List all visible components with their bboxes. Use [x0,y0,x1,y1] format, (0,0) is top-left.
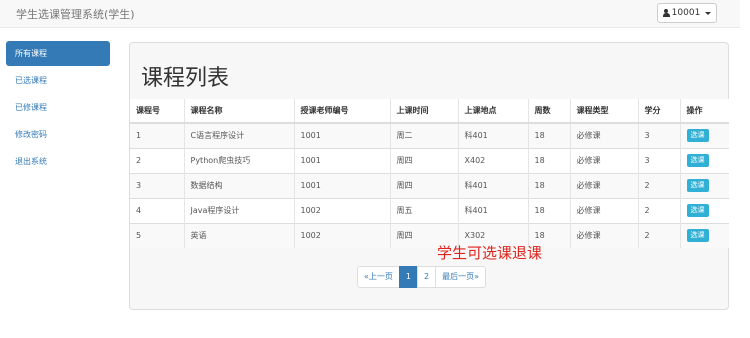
sidebar-item-label: 退出系统 [15,157,47,166]
weeks: 18 [527,122,570,148]
credits: 3 [637,122,680,148]
sidebar-item-selected-courses[interactable]: 已选课程 [6,68,110,93]
last-page-link[interactable]: 最后一页» [435,266,486,288]
credits: 3 [637,147,680,173]
table-row: 5 英语 1002 周四 X302 18 必修课 2 选课 [130,222,729,248]
class-location: 科401 [457,197,528,223]
select-course-button[interactable]: 选课 [686,179,709,192]
credits: 2 [637,172,680,198]
class-time: 周四 [389,172,458,198]
sidebar-item-change-password[interactable]: 修改密码 [6,122,110,147]
annotation-note: 学生可选课退课 [437,244,543,262]
teacher-id: 1002 [293,197,390,223]
column-header: 操作 [679,99,729,124]
sidebar-item-logout[interactable]: 退出系统 [6,149,110,174]
column-header: 上课地点 [457,99,528,124]
class-location: 科401 [457,172,528,198]
weeks: 18 [527,197,570,223]
course-type: 必修课 [569,172,638,198]
course-name: 英语 [183,222,294,248]
course-id: 1 [130,122,184,148]
course-name: C语言程序设计 [183,122,294,148]
sidebar-item-label: 所有课程 [15,49,47,58]
course-id: 5 [130,222,184,248]
course-type: 必修课 [569,122,638,148]
course-type: 必修课 [569,222,638,248]
course-name: Java程序设计 [183,197,294,223]
sidebar: 所有课程 已选课程 已修课程 修改密码 退出系统 [6,41,110,176]
column-header: 课程号 [130,99,184,124]
weeks: 18 [527,172,570,198]
class-location: 科401 [457,122,528,148]
sidebar-item-completed-courses[interactable]: 已修课程 [6,95,110,120]
course-id: 3 [130,172,184,198]
column-header: 课程名称 [183,99,294,124]
select-course-button[interactable]: 选课 [686,204,709,217]
weeks: 18 [527,147,570,173]
teacher-id: 1001 [293,147,390,173]
table-row: 2 Python爬虫技巧 1001 周四 X402 18 必修课 3 选课 [130,147,729,173]
class-time: 周五 [389,197,458,223]
course-type: 必修课 [569,197,638,223]
course-table: 课程号 课程名称 授课老师编号 上课时间 上课地点 周数 课程类型 学分 操作 … [130,99,729,248]
user-icon [662,8,670,18]
user-dropdown-button[interactable]: 10001 [657,3,717,23]
sidebar-item-label: 修改密码 [15,130,47,139]
action-cell: 选课 [679,147,729,173]
table-row: 1 C语言程序设计 1001 周二 科401 18 必修课 3 选课 [130,122,729,148]
course-type: 必修课 [569,147,638,173]
class-time: 周二 [389,122,458,148]
navbar: 学生选课管理系统(学生) 10001 [0,0,740,28]
select-course-button[interactable]: 选课 [686,154,709,167]
action-cell: 选课 [679,222,729,248]
course-id: 4 [130,197,184,223]
action-cell: 选课 [679,122,729,148]
table-row: 3 数据结构 1001 周四 科401 18 必修课 2 选课 [130,172,729,198]
column-header: 授课老师编号 [293,99,390,124]
course-list-panel: 课程列表 课程号 课程名称 授课老师编号 上课时间 上课地点 周数 课程类型 学… [129,42,729,310]
page-1-link[interactable]: 1 [398,266,418,288]
teacher-id: 1002 [293,222,390,248]
action-cell: 选课 [679,197,729,223]
pagination: «上一页 1 2 最后一页» [357,266,486,288]
action-cell: 选课 [679,172,729,198]
column-header: 课程类型 [569,99,638,124]
credits: 2 [637,222,680,248]
credits: 2 [637,197,680,223]
select-course-button[interactable]: 选课 [686,129,709,143]
app-title[interactable]: 学生选课管理系统(学生) [16,6,135,22]
teacher-id: 1001 [293,122,390,148]
page-2-link[interactable]: 2 [417,266,437,288]
select-course-button[interactable]: 选课 [686,229,709,243]
teacher-id: 1001 [293,172,390,198]
table-row: 4 Java程序设计 1002 周五 科401 18 必修课 2 选课 [130,197,729,223]
prev-page-link[interactable]: «上一页 [357,266,400,288]
class-time: 周四 [389,147,458,173]
class-location: X402 [457,147,528,173]
column-header: 学分 [637,99,680,124]
user-id: 10001 [671,8,701,18]
course-id: 2 [130,147,184,173]
page-title: 课程列表 [141,66,230,91]
sidebar-item-label: 已选课程 [15,76,47,85]
course-name: Python爬虫技巧 [183,147,294,173]
column-header: 周数 [527,99,570,124]
sidebar-item-label: 已修课程 [15,103,47,112]
sidebar-item-all-courses[interactable]: 所有课程 [6,41,110,66]
table-header-row: 课程号 课程名称 授课老师编号 上课时间 上课地点 周数 课程类型 学分 操作 [130,99,729,124]
column-header: 上课时间 [389,99,458,124]
course-name: 数据结构 [183,172,294,198]
caret-down-icon [705,11,712,15]
